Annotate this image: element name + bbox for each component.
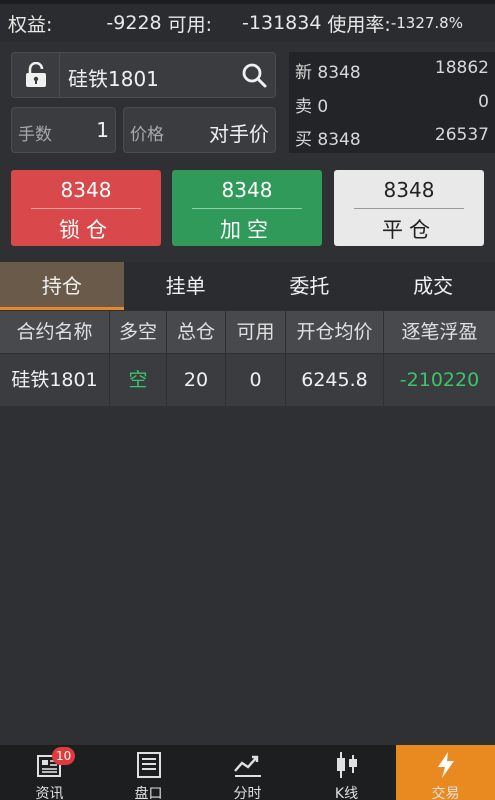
ask-label: 卖	[295, 97, 312, 117]
nav-timeshare-label: 分时	[233, 786, 262, 800]
cell-avg-open: 6245.8	[286, 354, 384, 406]
close-position-button[interactable]: 8348 平仓	[334, 170, 484, 246]
lots-value[interactable]: 1	[96, 118, 109, 142]
tab-positions[interactable]: 持仓	[0, 262, 124, 310]
position-tabs: 持仓 挂单 委托 成交	[0, 262, 495, 310]
tab-orders[interactable]: 委托	[248, 262, 372, 310]
positions-table-header: 合约名称 多空 总仓 可用 开仓均价 逐笔浮盈	[0, 311, 495, 353]
last-label: 新	[295, 63, 312, 83]
ask-price: 0	[317, 97, 329, 117]
symbol-search-box[interactable]: 硅铁1801	[11, 52, 276, 98]
equity-label: 权益:	[8, 13, 53, 36]
quote-last-row: 新 8348 18862	[295, 54, 489, 84]
lots-label: 手数	[18, 125, 52, 145]
cell-total: 20	[167, 354, 226, 406]
lock-price: 8348	[60, 178, 112, 202]
nav-kline[interactable]: K线	[297, 745, 396, 800]
usage-value: -1327.8%	[390, 14, 463, 32]
col-available: 可用	[226, 311, 286, 353]
nav-orderbook-label: 盘口	[134, 786, 163, 800]
tab-pending[interactable]: 挂单	[124, 262, 248, 310]
account-summary-bar: 权益: -9228 可用: -131834 使用率: -1327.8%	[0, 4, 495, 42]
table-row[interactable]: 硅铁1801 空 20 0 6245.8 -210220	[0, 354, 495, 406]
orderbook-icon	[136, 752, 161, 778]
cell-available: 0	[226, 354, 286, 406]
news-badge: 10	[52, 747, 76, 765]
tab-trades[interactable]: 成交	[371, 262, 495, 310]
last-volume: 18862	[434, 58, 489, 78]
close-price: 8348	[383, 178, 435, 202]
available-label: 可用:	[167, 13, 213, 36]
cell-floating-pnl: -210220	[399, 369, 480, 391]
nav-orderbook[interactable]: 盘口	[99, 745, 198, 800]
lock-position-button[interactable]: 8348 锁仓	[11, 170, 161, 246]
ask-volume: 0	[478, 92, 489, 112]
col-contract: 合约名称	[0, 311, 110, 353]
nav-news[interactable]: 10 资讯	[0, 745, 99, 800]
lightning-icon	[437, 752, 454, 778]
equity-value: -9228	[106, 12, 162, 34]
short-label: 加空	[220, 218, 274, 242]
timeshare-chart-icon	[233, 755, 261, 777]
nav-trade[interactable]: 交易	[396, 745, 495, 800]
usage-label: 使用率:	[327, 13, 391, 36]
close-label: 平仓	[382, 218, 436, 242]
col-total: 总仓	[167, 311, 226, 353]
cell-contract: 硅铁1801	[0, 354, 110, 406]
divider	[31, 208, 141, 209]
cell-direction: 空	[110, 354, 167, 406]
add-short-button[interactable]: 8348 加空	[172, 170, 322, 246]
divider	[192, 208, 302, 209]
col-floating-pnl: 逐笔浮盈	[401, 321, 478, 343]
nav-news-label: 资讯	[35, 786, 64, 800]
divider	[354, 208, 464, 209]
price-value[interactable]: 对手价	[209, 118, 269, 147]
search-icon[interactable]	[241, 62, 267, 88]
quote-bid-row: 买 8348 26537	[295, 121, 489, 151]
bid-price: 8348	[317, 130, 361, 150]
col-avg-open: 开仓均价	[286, 311, 384, 353]
price-field[interactable]: 价格 对手价	[123, 107, 276, 153]
unlock-button[interactable]	[12, 53, 60, 97]
price-label: 价格	[130, 125, 164, 145]
col-direction: 多空	[110, 311, 167, 353]
nav-timeshare[interactable]: 分时	[198, 745, 297, 800]
nav-trade-label: 交易	[431, 786, 460, 800]
lots-field[interactable]: 手数 1	[11, 107, 116, 153]
candlestick-icon	[336, 752, 357, 778]
bid-volume: 26537	[434, 125, 489, 145]
quote-ask-row: 卖 0 0	[295, 88, 489, 118]
bid-label: 买	[295, 130, 312, 150]
last-price: 8348	[317, 63, 361, 83]
short-price: 8348	[221, 178, 273, 202]
nav-kline-label: K线	[334, 786, 359, 800]
available-value: -131834	[242, 12, 322, 34]
lock-label: 锁仓	[59, 218, 113, 242]
bottom-navigation: 10 资讯 盘口 分时 K线 交易	[0, 745, 495, 800]
unlock-icon	[25, 62, 46, 87]
quote-panel: 新 8348 18862 卖 0 0 买 8348 26537	[289, 52, 495, 153]
symbol-input[interactable]: 硅铁1801	[68, 63, 159, 92]
